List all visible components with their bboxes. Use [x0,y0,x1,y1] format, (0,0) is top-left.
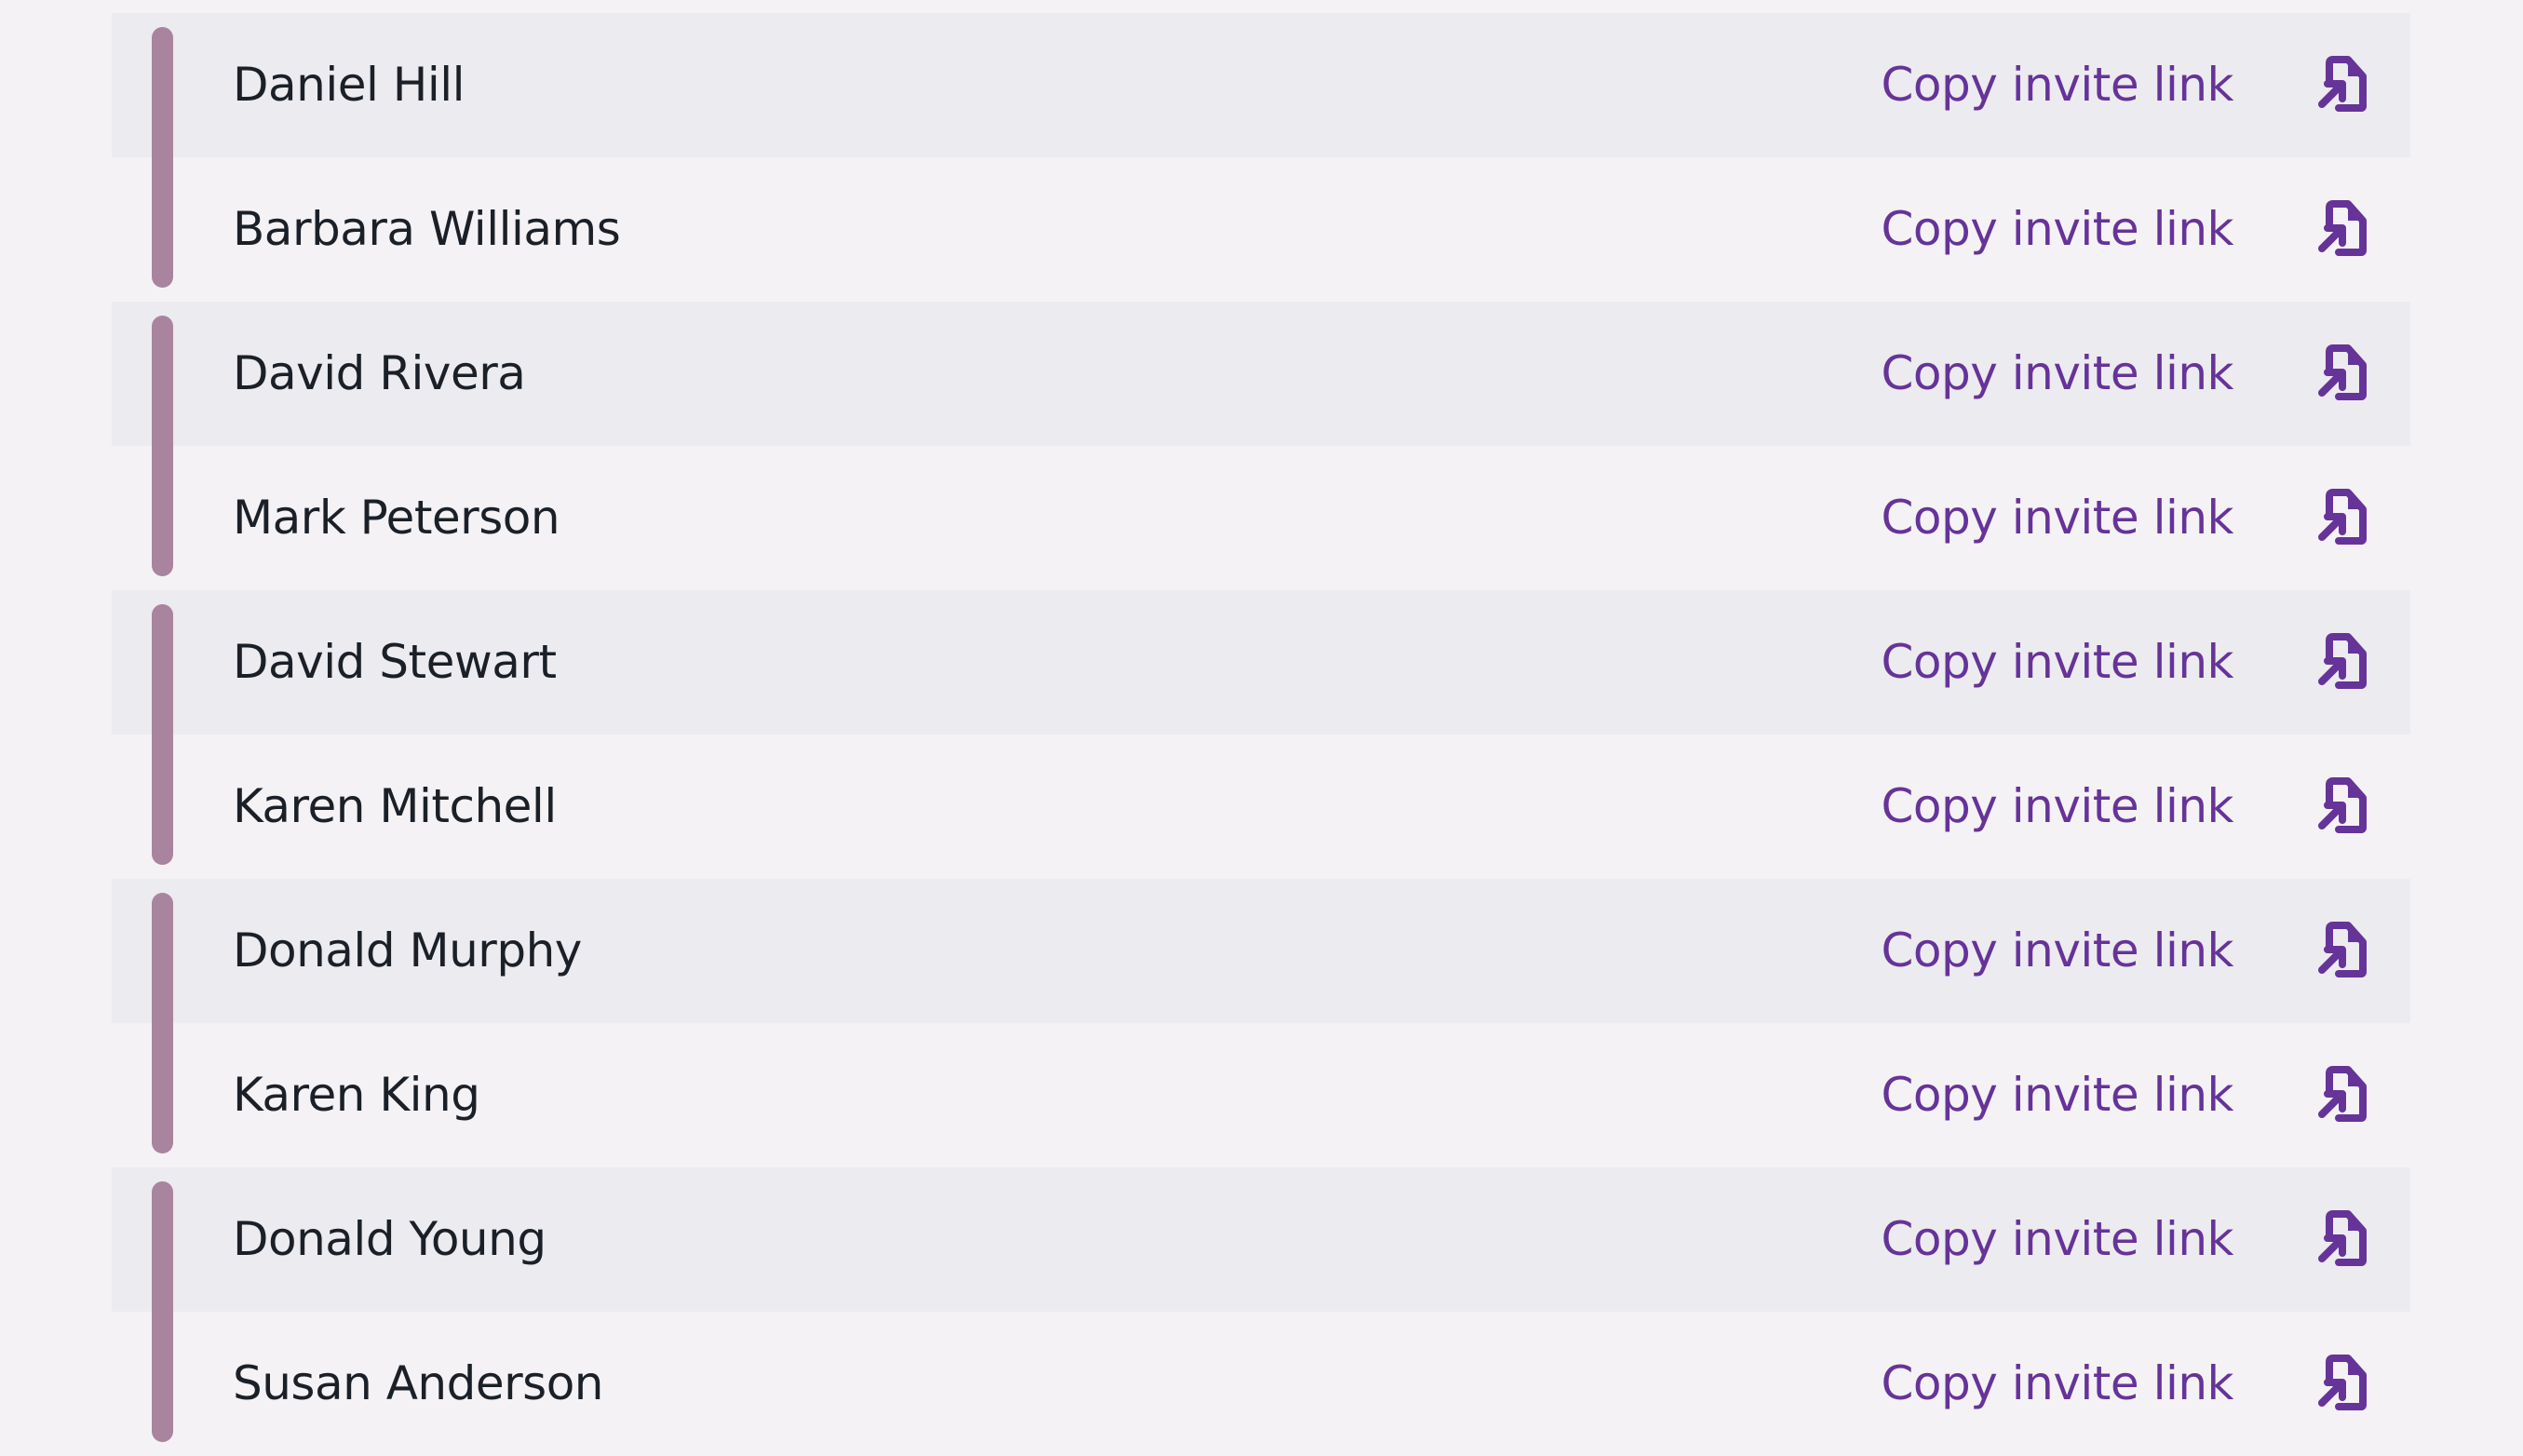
copy-link-document-icon[interactable] [2316,920,2368,979]
copy-link-document-icon[interactable] [2316,198,2368,258]
invitee-row: Karen King Copy invite link [112,1023,2410,1167]
invitee-row: David Stewart Copy invite link [112,590,2410,865]
copy-link-document-icon[interactable] [2316,775,2368,835]
copy-invite-link-button[interactable]: Copy invite link [1882,735,2234,879]
copy-invite-link-button[interactable]: Copy invite link [1882,1023,2234,1167]
invitee-row: Karen Mitchell Copy invite link [112,735,2410,879]
invitee-row: Mark Peterson Copy invite link [112,446,2410,590]
invitee-name: Karen Mitchell [233,779,557,833]
invitee-name: David Stewart [233,635,557,689]
invitee-row: Donald Murphy Copy invite link [112,879,2410,1153]
group-indicator-bar [152,1181,173,1442]
copy-invite-link-button[interactable]: Copy invite link [1882,446,2234,590]
group-indicator-bar [152,893,173,1153]
invitee-list: Daniel Hill Copy invite link Barbara Wil… [112,13,2410,1456]
copy-link-document-icon[interactable] [2316,1208,2368,1268]
invitee-row: Daniel Hill Copy invite link [112,13,2410,288]
copy-invite-link-button[interactable]: Copy invite link [1882,1167,2234,1312]
invitee-name: Daniel Hill [233,58,465,112]
group-indicator-bar [152,604,173,865]
copy-invite-link-button[interactable]: Copy invite link [1882,590,2234,735]
copy-link-document-icon[interactable] [2316,1353,2368,1412]
copy-invite-link-button[interactable]: Copy invite link [1882,302,2234,446]
invitee-name: Barbara Williams [233,202,621,256]
copy-link-document-icon[interactable] [2316,54,2368,114]
invitee-row: Donald Young Copy invite link [112,1167,2410,1442]
invitee-name: Donald Murphy [233,923,582,977]
group-indicator-bar [152,316,173,576]
copy-invite-link-button[interactable]: Copy invite link [1882,1312,2234,1456]
group-indicator-bar [152,27,173,288]
invitee-name: Mark Peterson [233,491,560,545]
invitee-row: Barbara Williams Copy invite link [112,157,2410,302]
copy-link-document-icon[interactable] [2316,1064,2368,1124]
copy-invite-link-button[interactable]: Copy invite link [1882,157,2234,302]
invitee-row: David Rivera Copy invite link [112,302,2410,576]
invitee-name: Donald Young [233,1212,546,1266]
copy-invite-link-button[interactable]: Copy invite link [1882,13,2234,157]
copy-link-document-icon[interactable] [2316,631,2368,691]
copy-link-document-icon[interactable] [2316,487,2368,546]
invitee-name: Karen King [233,1068,480,1122]
copy-invite-link-button[interactable]: Copy invite link [1882,879,2234,1023]
invitee-row: Susan Anderson Copy invite link [112,1312,2410,1456]
invitee-name: Susan Anderson [233,1356,603,1410]
copy-link-document-icon[interactable] [2316,343,2368,402]
invitee-name: David Rivera [233,346,526,400]
